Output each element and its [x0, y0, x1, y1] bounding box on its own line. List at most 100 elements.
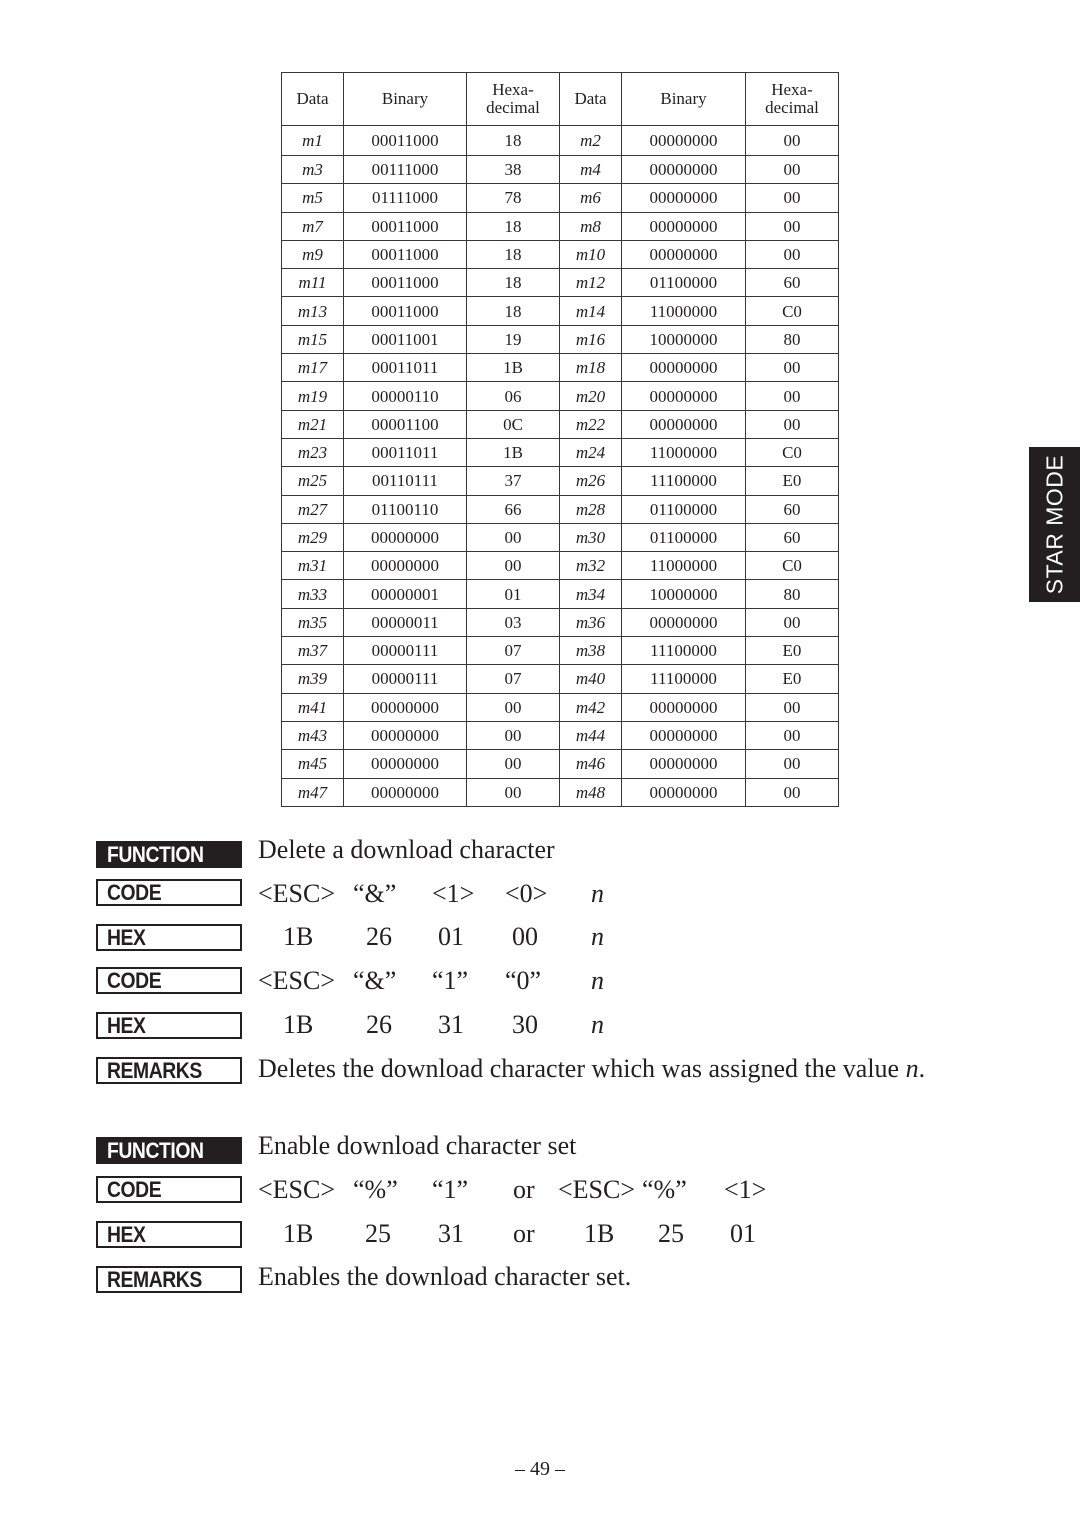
cell-binary: 00000000	[343, 692, 467, 722]
function-description: Delete a download character	[258, 835, 555, 864]
cell-binary: 00000000	[621, 692, 746, 722]
cell-hex: 07	[466, 636, 560, 666]
remarks-label-text: REMARKS	[107, 1058, 202, 1083]
cell-binary: 01100110	[343, 494, 467, 524]
cell-data: m8	[559, 211, 622, 241]
cell-data: m1	[281, 125, 344, 156]
hex-label: HEX	[96, 924, 242, 951]
remarks-label: REMARKS	[96, 1266, 242, 1293]
table-row: m1 00011000 18 m2 00000000 00	[281, 125, 839, 156]
table-row: m15 00011001 19 m16 10000000 80	[281, 324, 839, 355]
table-row: m33 00000001 01 m34 10000000 80	[281, 579, 839, 609]
cell-data: m18	[559, 353, 622, 383]
cell-binary: 11100000	[621, 636, 746, 666]
table-row: m7 00011000 18 m8 00000000 00	[281, 211, 839, 241]
table-row: m43 00000000 00 m44 00000000 00	[281, 720, 839, 751]
hex-token: 00	[512, 922, 538, 951]
hex-label: HEX	[96, 1221, 242, 1248]
cell-hex: 38	[466, 154, 560, 185]
remarks-text-main: Deletes the download character which was…	[258, 1054, 906, 1083]
cell-data: m24	[559, 437, 622, 468]
code-token: “%”	[642, 1175, 687, 1204]
cell-data: m11	[281, 268, 344, 298]
code-token: “0”	[505, 966, 542, 995]
code-token: <1>	[432, 879, 475, 908]
hex-label: HEX	[96, 1012, 242, 1039]
code-label: CODE	[96, 1176, 242, 1203]
cell-data: m2	[559, 125, 622, 156]
cell-data: m10	[559, 239, 622, 270]
cell-binary: 00000000	[621, 211, 746, 241]
code-label-text: CODE	[107, 880, 162, 905]
cell-data: m46	[559, 749, 622, 779]
cell-binary: 00000000	[343, 777, 467, 807]
cell-data: m6	[559, 183, 622, 213]
cell-hex: 0C	[466, 409, 560, 439]
function-label: FUNCTION	[96, 1137, 242, 1164]
cell-hex: 80	[745, 324, 839, 355]
code-token: “&”	[353, 879, 397, 908]
cell-data: m31	[281, 551, 344, 581]
cell-data: m35	[281, 607, 344, 638]
cell-data: m36	[559, 607, 622, 638]
cell-hex: 01	[466, 579, 560, 609]
remarks-variable: n	[905, 1054, 919, 1083]
cell-data: m17	[281, 353, 344, 383]
cell-binary: 01100000	[621, 522, 746, 553]
cell-hex: E0	[745, 636, 839, 666]
code-token: <ESC>	[558, 1175, 636, 1204]
code-token: n	[591, 879, 604, 908]
cell-binary: 00000000	[621, 125, 746, 156]
cell-binary: 00011000	[343, 211, 467, 241]
cell-hex: 00	[745, 749, 839, 779]
table-row: m19 00000110 06 m20 00000000 00	[281, 381, 839, 411]
cell-hex: 00	[745, 692, 839, 722]
header-binary: Binary	[343, 72, 467, 126]
cell-binary: 00000000	[621, 154, 746, 185]
hex-token: n	[591, 922, 604, 951]
cell-hex: 00	[745, 125, 839, 156]
cell-data: m25	[281, 466, 344, 496]
hex-label-text: HEX	[107, 1222, 146, 1247]
cell-binary: 00011011	[343, 353, 467, 383]
cell-hex: E0	[745, 466, 839, 496]
cell-data: m16	[559, 324, 622, 355]
page-number: – 49 –	[515, 1458, 565, 1480]
cell-binary: 00011000	[343, 296, 467, 326]
cell-binary: 00000000	[621, 607, 746, 638]
table-row: m27 01100110 66 m28 01100000 60	[281, 494, 839, 524]
star-mode-tab: STAR MODE	[1029, 447, 1080, 602]
cell-hex: 00	[745, 183, 839, 213]
cell-hex: 37	[466, 466, 560, 496]
hex-token: 26	[366, 1010, 392, 1039]
cell-hex: 00	[745, 409, 839, 439]
cell-hex: 00	[466, 777, 560, 807]
hex-label-text: HEX	[107, 1013, 146, 1038]
table-row: m21 00001100 0C m22 00000000 00	[281, 409, 839, 439]
cell-hex: 00	[745, 720, 839, 751]
table-row: m29 00000000 00 m30 01100000 60	[281, 522, 839, 553]
header-data-2: Data	[559, 72, 622, 126]
cell-data: m33	[281, 579, 344, 609]
cell-hex: 00	[745, 211, 839, 241]
cell-data: m26	[559, 466, 622, 496]
function-description: Enable download character set	[258, 1131, 577, 1160]
cell-hex: 19	[466, 324, 560, 355]
cell-binary: 00011000	[343, 239, 467, 270]
code-token: “1”	[432, 1175, 469, 1204]
cell-binary: 01111000	[343, 183, 467, 213]
code-label-text: CODE	[107, 968, 162, 993]
cell-hex: 60	[745, 494, 839, 524]
function-label: FUNCTION	[96, 841, 242, 868]
code-token: <ESC>	[258, 966, 336, 995]
cell-data: m42	[559, 692, 622, 722]
cell-hex: 60	[745, 268, 839, 298]
hex-token: 25	[658, 1219, 684, 1248]
hex-token: 1B	[283, 1010, 314, 1039]
table-row: m3 00111000 38 m4 00000000 00	[281, 154, 839, 185]
header-hex-line2: decimal	[765, 98, 819, 117]
cell-data: m12	[559, 268, 622, 298]
cell-binary: 11000000	[621, 551, 746, 581]
cell-binary: 00000000	[621, 381, 746, 411]
cell-binary: 00000000	[621, 720, 746, 751]
